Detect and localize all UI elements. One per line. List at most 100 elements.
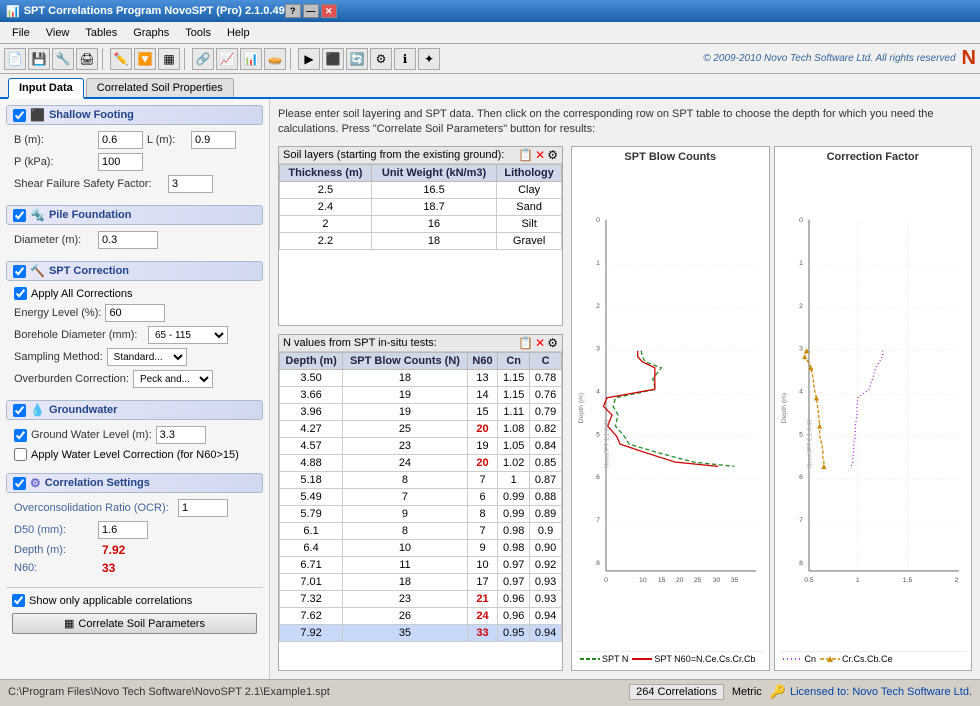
table-row[interactable]: 216Silt <box>280 215 562 232</box>
svg-text:20: 20 <box>676 577 684 584</box>
svg-text:4: 4 <box>596 388 600 395</box>
save-button[interactable]: 💾 <box>28 48 50 70</box>
apply-all-checkbox[interactable] <box>14 287 27 300</box>
menu-help[interactable]: Help <box>219 25 258 41</box>
list-item: 10 <box>343 539 468 556</box>
col-cn: Cn <box>498 352 530 369</box>
sampling-select[interactable]: Standard... <box>107 348 187 366</box>
info-button[interactable]: ℹ <box>394 48 416 70</box>
menu-tables[interactable]: Tables <box>77 25 125 41</box>
table-row[interactable]: 2.418.7Sand <box>280 198 562 215</box>
edit-button[interactable]: ✏️ <box>110 48 132 70</box>
diam-row: Diameter (m): <box>14 231 259 249</box>
soil-settings-icon[interactable]: ⚙ <box>547 149 558 161</box>
table-row[interactable]: 6.1870.980.9 <box>280 522 562 539</box>
table-row[interactable]: 4.8824201.020.85 <box>280 454 562 471</box>
table-row[interactable]: 4.2725201.080.82 <box>280 420 562 437</box>
table-row[interactable]: 3.6619141.150.76 <box>280 386 562 403</box>
pile-foundation-checkbox[interactable] <box>13 209 26 222</box>
list-item: Clay <box>497 181 562 198</box>
list-item: 3.66 <box>280 386 343 403</box>
stop-button[interactable]: ⬛ <box>322 48 344 70</box>
list-item: 2.4 <box>280 198 372 215</box>
soil-copy-icon[interactable]: 📋 <box>518 149 533 161</box>
tab-correlated-soil[interactable]: Correlated Soil Properties <box>86 78 234 97</box>
link-button[interactable]: 🔗 <box>192 48 214 70</box>
energy-input[interactable] <box>105 304 165 322</box>
table-row[interactable]: 5.188710.87 <box>280 471 562 488</box>
spt-label: N values from SPT in-situ tests: <box>283 337 437 349</box>
ocr-input[interactable] <box>178 499 228 517</box>
b-input[interactable] <box>98 131 143 149</box>
show-applicable-checkbox[interactable] <box>12 594 25 607</box>
table-row[interactable]: 4.5723191.050.84 <box>280 437 562 454</box>
spt-correction-checkbox[interactable] <box>13 265 26 278</box>
table-row[interactable]: 6.41090.980.90 <box>280 539 562 556</box>
play-button[interactable]: ▶ <box>298 48 320 70</box>
diam-input[interactable] <box>98 231 158 249</box>
gwl-input[interactable] <box>156 426 206 444</box>
corr-settings-checkbox[interactable] <box>13 477 26 490</box>
groundwater-checkbox[interactable] <box>13 404 26 417</box>
spt-delete-icon[interactable]: ✕ <box>535 337 545 349</box>
help-button[interactable]: ? <box>285 4 301 18</box>
settings-button[interactable]: ⚙ <box>370 48 392 70</box>
menu-tools[interactable]: Tools <box>177 25 219 41</box>
table-row[interactable]: 2.516.5Clay <box>280 181 562 198</box>
table-row[interactable]: 3.5018131.150.78 <box>280 369 562 386</box>
soil-delete-icon[interactable]: ✕ <box>535 149 545 161</box>
corr-chart-title: Correction Factor <box>779 151 968 163</box>
list-item: 10 <box>467 556 498 573</box>
table-row[interactable]: 5.49760.990.88 <box>280 488 562 505</box>
new-button[interactable]: 📄 <box>4 48 26 70</box>
filter-button[interactable]: 🔽 <box>134 48 156 70</box>
tools-button[interactable]: 🔧 <box>52 48 74 70</box>
list-item: 4.27 <box>280 420 343 437</box>
spt-scroll[interactable]: Depth (m) SPT Blow Counts (N) N60 Cn C 3… <box>279 352 562 670</box>
depth-value: 7.92 <box>102 543 125 557</box>
print-button[interactable]: 🖨 <box>76 48 98 70</box>
d50-input[interactable] <box>98 521 148 539</box>
list-item: 8 <box>343 471 468 488</box>
p-input[interactable] <box>98 153 143 171</box>
list-item: Sand <box>497 198 562 215</box>
soil-layers-scroll[interactable]: Thickness (m) Unit Weight (kN/m3) Lithol… <box>279 164 562 325</box>
spt-settings-icon[interactable]: ⚙ <box>547 337 558 349</box>
close-button[interactable]: ✕ <box>321 4 337 18</box>
list-item: 6 <box>467 488 498 505</box>
correlate-button[interactable]: ▦ Correlate Soil Parameters <box>12 613 257 634</box>
list-item: 0.98 <box>498 539 530 556</box>
table-row[interactable]: 2.218Gravel <box>280 232 562 249</box>
table-row[interactable]: 7.6226240.960.94 <box>280 607 562 624</box>
refresh-button[interactable]: 🔄 <box>346 48 368 70</box>
table-row[interactable]: 5.79980.990.89 <box>280 505 562 522</box>
minimize-button[interactable]: — <box>303 4 319 18</box>
table-row[interactable]: 3.9619151.110.79 <box>280 403 562 420</box>
table-row[interactable]: 7.9235330.950.94 <box>280 624 562 641</box>
table-row[interactable]: 7.3223210.960.93 <box>280 590 562 607</box>
menu-file[interactable]: File <box>4 25 38 41</box>
graph-button[interactable]: 📈 <box>216 48 238 70</box>
menu-view[interactable]: View <box>38 25 78 41</box>
table-button[interactable]: ▦ <box>158 48 180 70</box>
l-input[interactable] <box>191 131 236 149</box>
p-label: P (kPa): <box>14 156 94 168</box>
bar-button[interactable]: 📊 <box>240 48 262 70</box>
sf-input[interactable] <box>168 175 213 193</box>
svg-text:2: 2 <box>596 303 600 310</box>
overburden-select[interactable]: Peck and... <box>133 370 213 388</box>
gwl-checkbox[interactable] <box>14 429 27 442</box>
spt-copy-icon[interactable]: 📋 <box>518 337 533 349</box>
apply-water-checkbox[interactable] <box>14 448 27 461</box>
extra-button[interactable]: ✦ <box>418 48 440 70</box>
middle-area: Soil layers (starting from the existing … <box>278 146 972 671</box>
list-item: 23 <box>343 590 468 607</box>
menu-graphs[interactable]: Graphs <box>125 25 177 41</box>
shallow-footing-checkbox[interactable] <box>13 109 26 122</box>
table-row[interactable]: 6.7111100.970.92 <box>280 556 562 573</box>
table-row[interactable]: 7.0118170.970.93 <box>280 573 562 590</box>
pie-button[interactable]: 🥧 <box>264 48 286 70</box>
borehole-select[interactable]: 65 - 115 115 - 150 <box>148 326 228 344</box>
tab-input-data[interactable]: Input Data <box>8 78 84 99</box>
corr-settings-header: ⚙ Correlation Settings <box>6 473 263 493</box>
